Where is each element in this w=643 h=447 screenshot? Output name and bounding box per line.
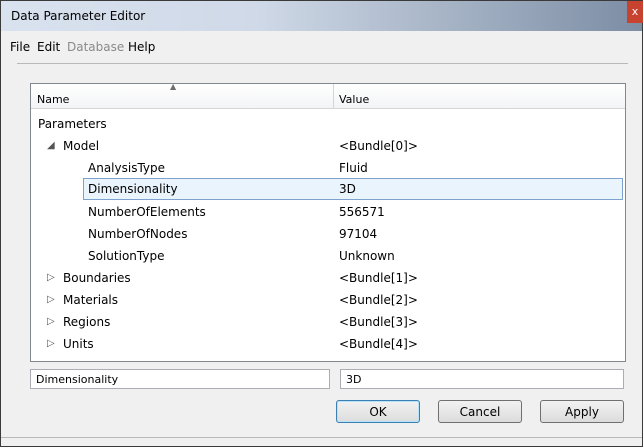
tree-row-dimensionality[interactable]: Dimensionality 3D (83, 178, 623, 200)
parameter-value-field[interactable]: 3D (340, 369, 624, 389)
row-name: AnalysisType (88, 161, 166, 175)
row-name: Units (63, 337, 94, 351)
sort-ascending-icon: ▲ (170, 82, 177, 91)
row-value: Unknown (339, 249, 395, 263)
row-name: NumberOfNodes (88, 227, 188, 241)
apply-button[interactable]: Apply (540, 400, 624, 423)
tree-row-analysistype[interactable]: AnalysisType Fluid (31, 158, 625, 180)
tree-row-numberofnodes[interactable]: NumberOfNodes 97104 (31, 224, 625, 246)
tree-row-regions[interactable]: ▷ Regions <Bundle[3]> (31, 312, 625, 334)
row-name: Regions (63, 315, 111, 329)
cancel-button[interactable]: Cancel (438, 400, 522, 423)
column-divider[interactable] (333, 84, 334, 108)
tree-row-boundaries[interactable]: ▷ Boundaries <Bundle[1]> (31, 268, 625, 290)
row-value: <Bundle[2]> (339, 293, 418, 307)
row-value: 3D (339, 182, 356, 196)
menu-help[interactable]: Help (128, 40, 155, 54)
collapsed-triangle-icon[interactable]: ▷ (47, 272, 55, 283)
row-value: 97104 (339, 227, 378, 241)
menu-file[interactable]: File (10, 40, 30, 54)
row-name: Model (63, 139, 100, 153)
expanded-triangle-icon[interactable]: ◢ (47, 140, 55, 151)
column-header-value[interactable]: Value (339, 84, 369, 108)
row-name: SolutionType (88, 249, 165, 263)
row-name: Boundaries (63, 271, 131, 285)
collapsed-triangle-icon[interactable]: ▷ (47, 338, 55, 349)
ok-button[interactable]: OK (336, 400, 420, 423)
collapsed-triangle-icon[interactable]: ▷ (47, 294, 55, 305)
close-button[interactable]: x (627, 1, 643, 23)
row-name: Parameters (38, 117, 107, 131)
menu-edit[interactable]: Edit (37, 40, 60, 54)
row-value: <Bundle[4]> (339, 337, 418, 351)
tree-row-materials[interactable]: ▷ Materials <Bundle[2]> (31, 290, 625, 312)
tree-row-parameters[interactable]: Parameters (31, 114, 625, 136)
row-name: NumberOfElements (88, 205, 206, 219)
tree-row-numberofelements[interactable]: NumberOfElements 556571 (31, 202, 625, 224)
row-name: Dimensionality (88, 182, 178, 196)
row-value: <Bundle[3]> (339, 315, 418, 329)
row-value: <Bundle[1]> (339, 271, 418, 285)
parameter-name-field[interactable]: Dimensionality (30, 369, 330, 389)
collapsed-triangle-icon[interactable]: ▷ (47, 316, 55, 327)
row-value: Fluid (339, 161, 368, 175)
row-value: <Bundle[0]> (339, 139, 418, 153)
close-icon: x (631, 5, 639, 18)
parameter-tree[interactable]: ▲ Name Value Parameters ◢ Model <Bundle[… (30, 82, 626, 362)
title-bar[interactable]: Data Parameter Editor x (1, 1, 643, 31)
menu-bar: File Edit Database Help (1, 31, 642, 63)
tree-row-model[interactable]: ◢ Model <Bundle[0]> (31, 136, 625, 158)
menu-separator (17, 63, 628, 64)
dialog-window: Data Parameter Editor x File Edit Databa… (0, 0, 643, 447)
tree-row-solutiontype[interactable]: SolutionType Unknown (31, 246, 625, 268)
window-title: Data Parameter Editor (11, 9, 146, 23)
tree-header: ▲ Name Value (31, 82, 625, 109)
tree-row-units[interactable]: ▷ Units <Bundle[4]> (31, 334, 625, 356)
row-value: 556571 (339, 205, 385, 219)
column-header-name[interactable]: Name (37, 84, 69, 108)
menu-database[interactable]: Database (67, 40, 124, 54)
row-name: Materials (63, 293, 119, 307)
status-divider (1, 437, 642, 438)
